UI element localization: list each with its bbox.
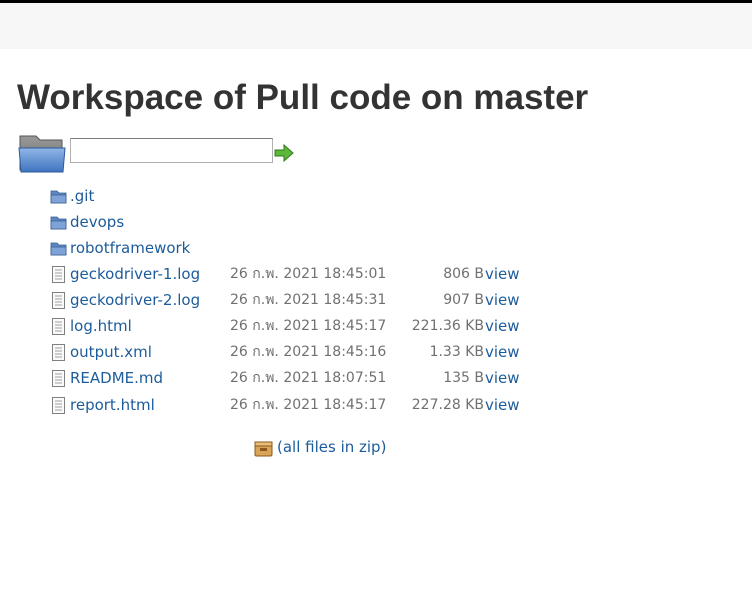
package-icon (254, 441, 273, 457)
green-arrow-right-icon[interactable] (274, 144, 294, 162)
view-link[interactable]: view (485, 315, 520, 337)
file-icon (52, 397, 65, 414)
file-size: 1.33 KB (429, 344, 484, 360)
file-size: 227.28 KB (411, 397, 484, 413)
top-bar (0, 0, 752, 49)
file-date: 26 ก.พ. 2021 18:45:31 (230, 292, 387, 308)
list-item-file: log.html 26 ก.พ. 2021 18:45:17 221.36 KB… (50, 314, 530, 338)
view-link[interactable]: view (485, 289, 520, 311)
list-item-file: output.xml 26 ก.พ. 2021 18:45:16 1.33 KB… (50, 340, 530, 364)
file-date: 26 ก.พ. 2021 18:45:17 (230, 318, 387, 334)
file-size: 907 B (443, 292, 484, 308)
all-files-zip-link[interactable]: (all files in zip) (277, 436, 386, 458)
file-name-link[interactable]: log.html (70, 315, 132, 337)
file-name-link[interactable]: devops (70, 211, 124, 233)
view-link[interactable]: view (485, 263, 520, 285)
folder-icon (50, 190, 67, 204)
file-date: 26 ก.พ. 2021 18:45:01 (230, 266, 387, 282)
file-icon (52, 266, 65, 283)
file-name-link[interactable]: geckodriver-2.log (70, 289, 200, 311)
list-item-file: geckodriver-1.log 26 ก.พ. 2021 18:45:01 … (50, 262, 530, 286)
file-icon (52, 344, 65, 361)
list-item-folder: devops (50, 210, 530, 234)
file-date: 26 ก.พ. 2021 18:07:51 (230, 370, 387, 386)
file-name-link[interactable]: README.md (70, 367, 163, 389)
page-title: Workspace of Pull code on master (17, 78, 589, 117)
file-name-link[interactable]: robotframework (70, 237, 190, 259)
list-item-file: README.md 26 ก.พ. 2021 18:07:51 135 B vi… (50, 366, 530, 390)
file-size: 221.36 KB (411, 318, 484, 334)
folder-icon (50, 242, 67, 256)
list-item-folder: robotframework (50, 236, 530, 260)
file-icon (52, 318, 65, 335)
file-name-link[interactable]: report.html (70, 394, 155, 416)
file-size: 135 B (443, 370, 484, 386)
file-name-link[interactable]: .git (70, 185, 94, 207)
path-input[interactable] (70, 138, 273, 163)
large-folder-icon (18, 135, 66, 173)
file-name-link[interactable]: output.xml (70, 341, 152, 363)
file-date: 26 ก.พ. 2021 18:45:17 (230, 397, 387, 413)
list-item-file: report.html 26 ก.พ. 2021 18:45:17 227.28… (50, 393, 530, 417)
file-icon (52, 370, 65, 387)
list-item-file: geckodriver-2.log 26 ก.พ. 2021 18:45:31 … (50, 288, 530, 312)
view-link[interactable]: view (485, 341, 520, 363)
file-date: 26 ก.พ. 2021 18:45:16 (230, 344, 387, 360)
folder-icon (50, 216, 67, 230)
view-link[interactable]: view (485, 394, 520, 416)
view-link[interactable]: view (485, 367, 520, 389)
list-item-folder: .git (50, 184, 530, 208)
file-size: 806 B (443, 266, 484, 282)
file-name-link[interactable]: geckodriver-1.log (70, 263, 200, 285)
file-icon (52, 292, 65, 309)
